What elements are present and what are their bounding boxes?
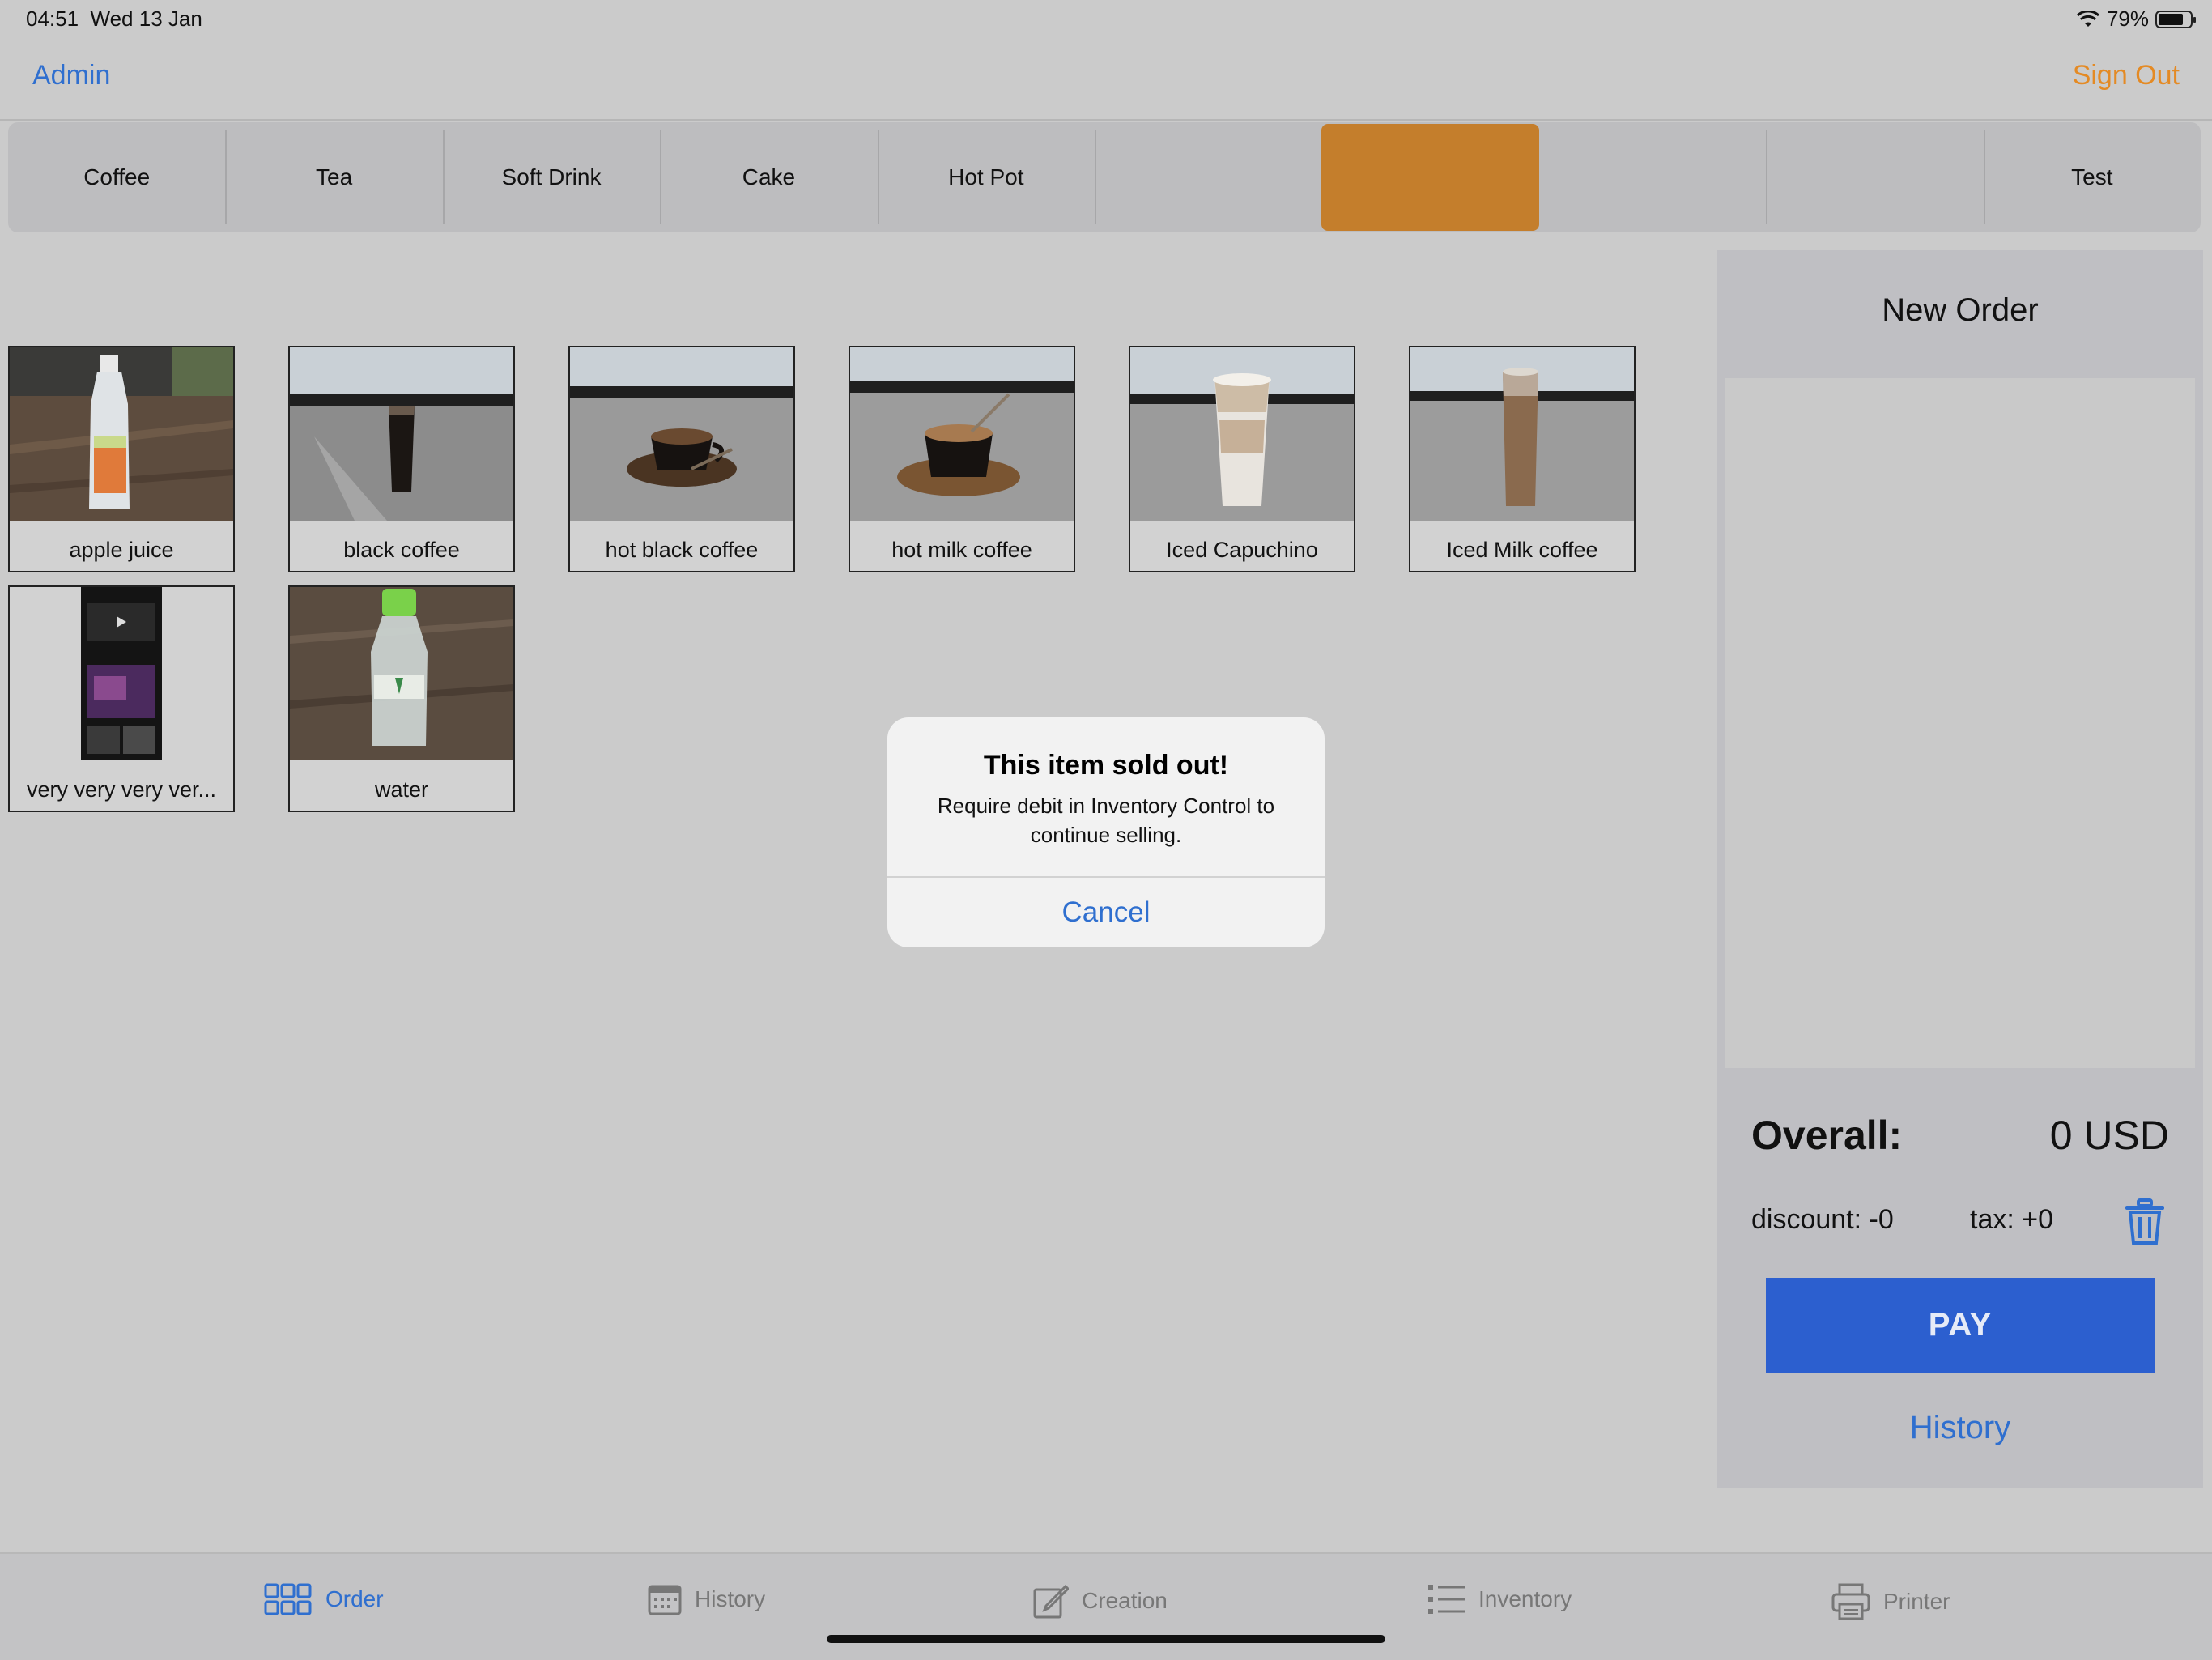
category-tab-test[interactable]: Test	[1983, 122, 2201, 232]
printer-icon	[1831, 1583, 1870, 1620]
calendar-icon	[648, 1585, 682, 1615]
grid-icon	[264, 1583, 312, 1615]
product-iced-capuchino[interactable]: Iced Capuchino	[1129, 346, 1355, 572]
order-title: New Order	[1882, 292, 2039, 328]
hot-black-coffee-photo	[570, 347, 793, 521]
tab-creation[interactable]: Creation	[1033, 1583, 1168, 1619]
tax-text: tax: +0	[1970, 1204, 2054, 1235]
navigation-bar: Admin Sign Out	[0, 40, 2212, 121]
tab-history[interactable]: History	[648, 1583, 765, 1615]
status-indicators: 79%	[2076, 6, 2196, 32]
category-tab-hot-pot[interactable]: Hot Pot	[877, 122, 1095, 232]
battery-percent: 79%	[2106, 6, 2149, 31]
status-time: 04:51 Wed 13 Jan	[26, 6, 202, 32]
product-label: hot black coffee	[605, 538, 759, 562]
tab-order[interactable]: Order	[264, 1583, 384, 1615]
category-tab-empty-1[interactable]	[1095, 122, 1312, 232]
category-tab-selected[interactable]	[1321, 124, 1539, 231]
product-water[interactable]: water	[288, 585, 515, 812]
product-hot-black-coffee[interactable]: hot black coffee	[568, 346, 795, 572]
product-hot-milk-coffee[interactable]: hot milk coffee	[849, 346, 1075, 572]
category-tab-soft-drink[interactable]: Soft Drink	[442, 122, 660, 232]
product-label: very very very ver...	[26, 777, 217, 802]
alert-message: Require debit in Inventory Control to co…	[937, 794, 1275, 847]
black-coffee-photo	[290, 347, 513, 521]
tab-label: Order	[325, 1586, 384, 1611]
order-history-link[interactable]: History	[1717, 1410, 2203, 1446]
sign-out-button[interactable]: Sign Out	[2073, 60, 2180, 92]
alert-title: This item sold out!	[983, 750, 1229, 781]
category-tab-empty-3[interactable]	[1766, 122, 1983, 232]
order-items-list[interactable]	[1725, 378, 2195, 1068]
overall-label: Overall:	[1751, 1113, 1903, 1158]
tab-label: Printer	[1883, 1589, 1950, 1614]
home-indicator	[827, 1635, 1385, 1643]
product-apple-juice[interactable]: apple juice	[8, 346, 235, 572]
order-panel: New Order Overall: 0 USD discount: -0 ta…	[1717, 250, 2203, 1488]
admin-button[interactable]: Admin	[32, 60, 110, 92]
product-label: black coffee	[343, 538, 460, 562]
iced-milk-coffee-photo	[1410, 347, 1634, 521]
hot-milk-coffee-photo	[850, 347, 1074, 521]
time-text: 04:51	[26, 6, 79, 31]
category-bar: Coffee Tea Soft Drink Cake Hot Pot Test	[8, 122, 2201, 232]
phone-screenshot-photo	[10, 587, 233, 760]
trash-icon[interactable]	[2122, 1198, 2167, 1246]
wifi-icon	[2076, 10, 2099, 27]
water-bottle-photo	[290, 587, 513, 760]
pay-button[interactable]: PAY	[1766, 1278, 2155, 1373]
product-label: Iced Capuchino	[1166, 538, 1318, 562]
bottom-tab-bar: Order History Creation Inventory Printer	[0, 1552, 2212, 1660]
category-tab-empty-2[interactable]	[1549, 122, 1766, 232]
tab-label: Creation	[1082, 1588, 1168, 1613]
category-tab-coffee[interactable]: Coffee	[8, 122, 225, 232]
tab-printer[interactable]: Printer	[1831, 1583, 1950, 1620]
product-iced-milk-coffee[interactable]: Iced Milk coffee	[1409, 346, 1636, 572]
category-tab-cake[interactable]: Cake	[660, 122, 877, 232]
status-bar: 04:51 Wed 13 Jan 79%	[0, 0, 2212, 40]
tab-inventory[interactable]: Inventory	[1428, 1583, 1572, 1615]
category-tab-tea[interactable]: Tea	[225, 122, 442, 232]
iced-capuchino-photo	[1130, 347, 1354, 521]
apple-juice-photo	[10, 347, 233, 521]
battery-icon	[2155, 10, 2196, 28]
discount-text: discount: -0	[1751, 1204, 1894, 1235]
tab-label: History	[695, 1586, 766, 1611]
list-icon	[1428, 1585, 1465, 1614]
date-text: Wed 13 Jan	[90, 6, 202, 31]
edit-icon	[1033, 1584, 1069, 1619]
alert-cancel-button[interactable]: Cancel	[887, 878, 1325, 947]
overall-value: 0 USD	[2049, 1113, 2169, 1158]
product-label: water	[374, 777, 429, 802]
product-label: Iced Milk coffee	[1446, 538, 1598, 562]
tab-label: Inventory	[1478, 1586, 1572, 1611]
product-very-long-name[interactable]: very very very ver...	[8, 585, 235, 812]
product-label: hot milk coffee	[891, 538, 1032, 562]
sold-out-alert: This item sold out! Require debit in Inv…	[887, 717, 1325, 947]
product-black-coffee[interactable]: black coffee	[288, 346, 515, 572]
product-label: apple juice	[69, 538, 174, 562]
